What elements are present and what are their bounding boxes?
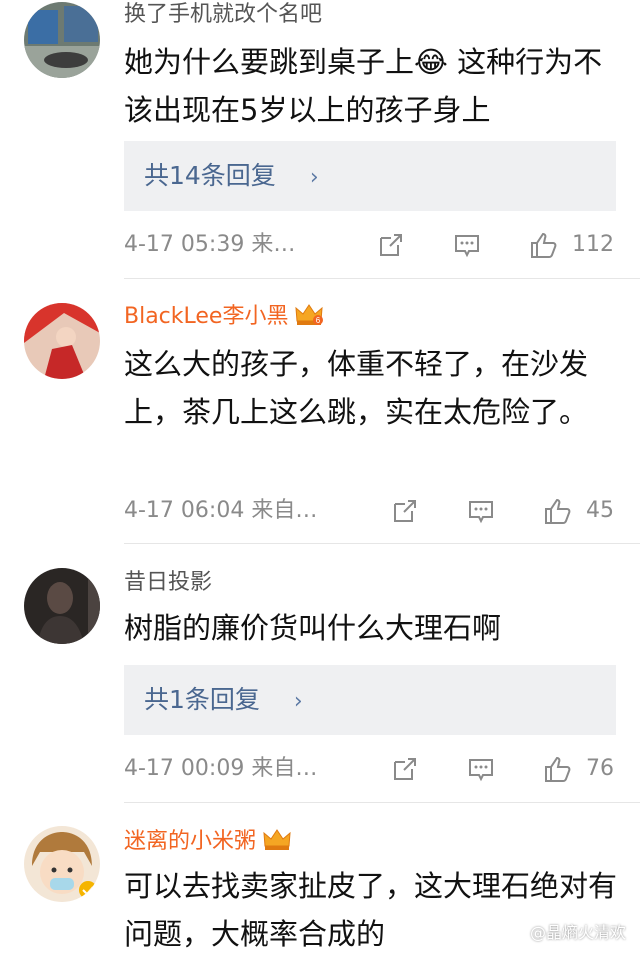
username[interactable]: 换了手机就改个名吧	[124, 0, 322, 30]
replies-button[interactable]: 共14条回复 ›	[124, 141, 616, 211]
timestamp: 4-17 00:09 来自…	[124, 756, 318, 781]
replies-button[interactable]: 共1条回复 ›	[124, 665, 616, 735]
comment-text: 她为什么要跳到桌子上😂 这种行为不该出现在5岁以上的孩子身上	[124, 45, 603, 127]
share-icon[interactable]	[390, 496, 420, 526]
username[interactable]: BlackLee李小黑 6	[124, 301, 324, 332]
comment-text: 树脂的廉价货叫什么大理石啊	[124, 611, 502, 645]
comment-text: 这么大的孩子，体重不轻了，在沙发上，茶几上这么跳，实在太危险了。	[124, 347, 589, 429]
vip-crown-icon	[263, 829, 291, 850]
like-count: 112	[572, 232, 614, 257]
comment-meta: 4-17 06:04 来自… 45	[124, 494, 624, 528]
like-count: 76	[586, 756, 614, 781]
watermark: @晶熵火清欢	[529, 923, 626, 942]
username[interactable]: 迷离的小米粥	[124, 826, 292, 857]
timestamp: 4-17 05:39 来…	[124, 232, 296, 257]
vip-level: 6	[316, 316, 321, 325]
share-icon[interactable]	[376, 230, 406, 260]
comment-icon[interactable]	[466, 754, 496, 784]
divider	[124, 802, 640, 803]
comment-icon[interactable]	[452, 230, 482, 260]
divider	[124, 278, 640, 279]
avatar[interactable]	[24, 303, 100, 379]
like-icon[interactable]	[542, 496, 572, 526]
comment-meta: 4-17 00:09 来自… 76	[124, 752, 624, 786]
like-icon[interactable]	[542, 754, 572, 784]
vip-crown-icon: 6	[295, 304, 324, 325]
replies-label: 共14条回复	[144, 161, 276, 190]
like-icon[interactable]	[528, 230, 558, 260]
divider	[124, 543, 640, 544]
avatar[interactable]	[24, 568, 100, 644]
comment-meta: 4-17 05:39 来… 112	[124, 228, 624, 262]
timestamp: 4-17 06:04 来自…	[124, 498, 318, 523]
comment-text: 可以去找卖家扯皮了，这大理石绝对有问题，大概率合成的	[124, 869, 618, 951]
share-icon[interactable]	[390, 754, 420, 784]
like-count: 45	[586, 498, 614, 523]
comment-icon[interactable]	[466, 496, 496, 526]
avatar[interactable]	[24, 826, 100, 902]
username-text: BlackLee李小黑	[124, 304, 289, 329]
chevron-right-icon: ›	[293, 689, 303, 714]
username[interactable]: 昔日投影	[124, 568, 212, 598]
avatar[interactable]	[24, 2, 100, 78]
chevron-right-icon: ›	[309, 165, 319, 190]
username-text: 迷离的小米粥	[124, 829, 257, 854]
replies-label: 共1条回复	[144, 685, 260, 714]
